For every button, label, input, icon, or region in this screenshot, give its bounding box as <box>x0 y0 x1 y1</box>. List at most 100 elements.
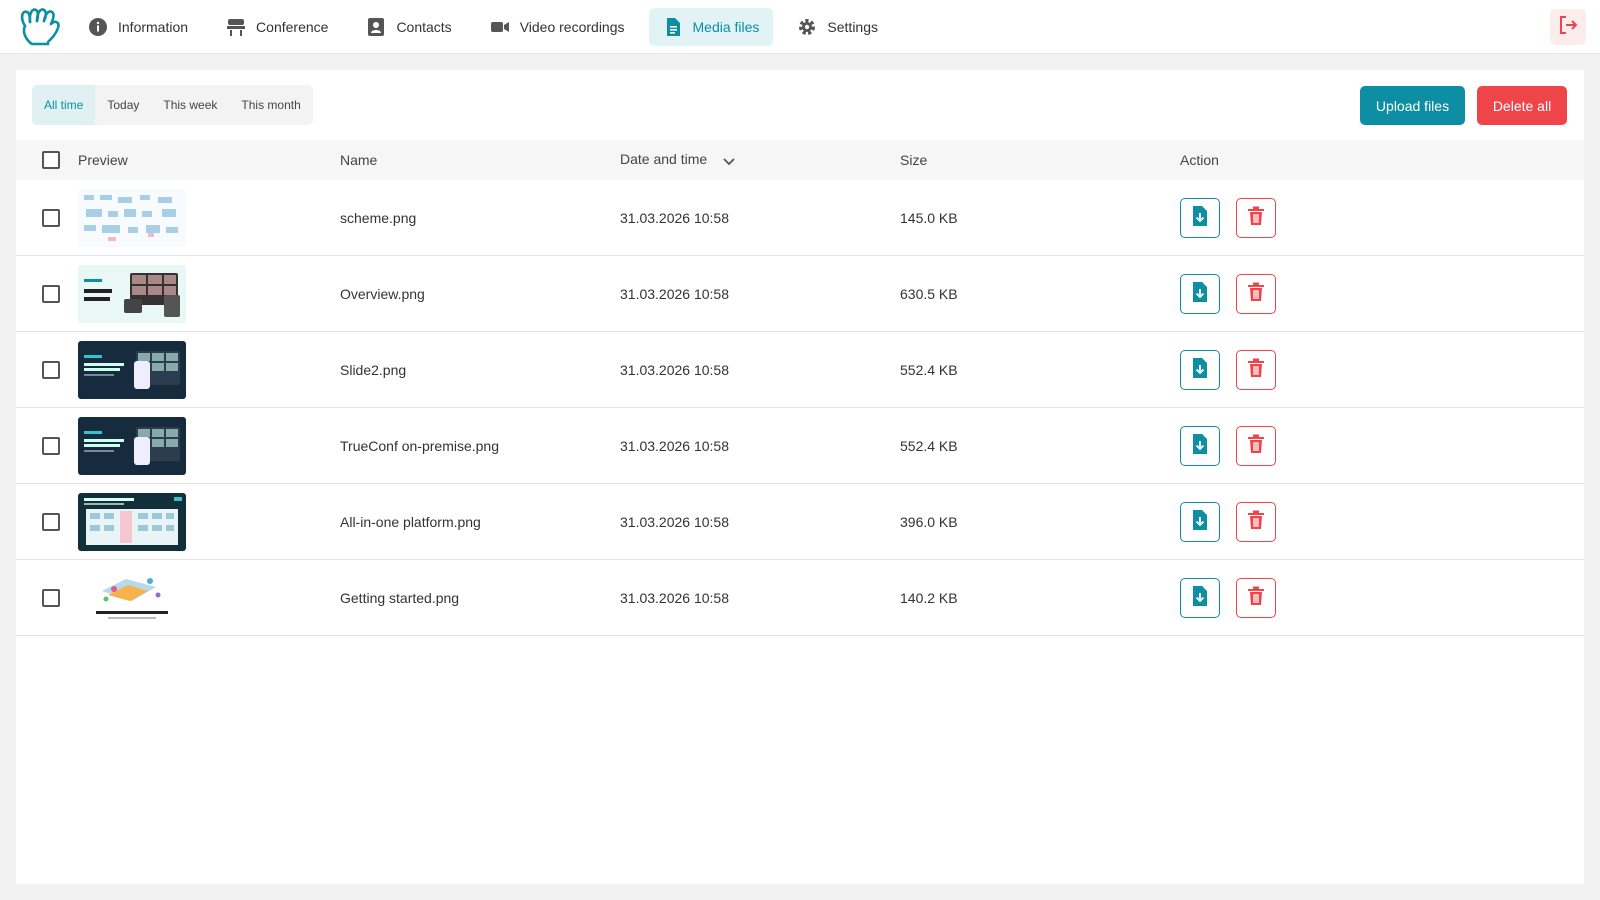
file-date: 31.03.2026 10:58 <box>620 209 729 226</box>
nav-item-settings[interactable]: Settings <box>783 8 892 46</box>
download-button[interactable] <box>1180 577 1220 618</box>
nav-item-label: Conference <box>256 19 329 35</box>
file-preview-thumbnail[interactable] <box>78 340 186 399</box>
download-file-icon <box>1190 433 1210 458</box>
column-header-date-label: Date and time <box>620 151 708 168</box>
file-date: 31.03.2026 10:58 <box>620 361 729 378</box>
file-size: 552.4 KB <box>900 361 958 378</box>
download-file-icon <box>1190 357 1210 382</box>
table-row: Overview.png 31.03.2026 10:58 630.5 KB <box>16 256 1584 332</box>
file-date: 31.03.2026 10:58 <box>620 513 729 530</box>
table-row: Slide2.png 31.03.2026 10:58 552.4 KB <box>16 332 1584 408</box>
document-icon <box>663 17 683 37</box>
trash-icon <box>1247 206 1265 229</box>
media-files-panel: All time Today This week This month Uplo… <box>16 70 1584 884</box>
delete-button[interactable] <box>1236 425 1276 466</box>
download-button[interactable] <box>1180 501 1220 542</box>
delete-all-button[interactable]: Delete all <box>1477 86 1567 125</box>
filter-today[interactable]: Today <box>95 85 151 125</box>
column-header-preview: Preview <box>78 152 128 168</box>
file-size: 396.0 KB <box>900 513 958 530</box>
file-name: All-in-one platform.png <box>340 513 481 530</box>
file-preview-thumbnail[interactable] <box>78 568 186 627</box>
file-name: Getting started.png <box>340 589 460 606</box>
trash-icon <box>1247 358 1265 381</box>
table-row: TrueConf on-premise.png 31.03.2026 10:58… <box>16 408 1584 484</box>
file-size: 552.4 KB <box>900 437 958 454</box>
download-file-icon <box>1190 281 1210 306</box>
delete-button[interactable] <box>1236 501 1276 542</box>
gear-icon <box>797 17 817 37</box>
nav-item-information[interactable]: Information <box>74 8 202 46</box>
trash-icon <box>1247 586 1265 609</box>
table-row: All-in-one platform.png 31.03.2026 10:58… <box>16 484 1584 560</box>
row-checkbox[interactable] <box>42 512 60 531</box>
row-checkbox[interactable] <box>42 436 60 455</box>
video-icon <box>490 17 510 37</box>
filter-all-time[interactable]: All time <box>32 85 96 125</box>
trash-icon <box>1247 510 1265 533</box>
upload-files-button[interactable]: Upload files <box>1360 86 1465 125</box>
nav-item-label: Video recordings <box>519 19 625 35</box>
media-files-table: Preview Name Date and time Size Action s… <box>16 140 1584 636</box>
file-date: 31.03.2026 10:58 <box>620 589 729 606</box>
chevron-down-icon[interactable] <box>723 153 735 169</box>
conference-icon <box>226 17 246 37</box>
trash-icon <box>1247 434 1265 457</box>
column-header-name: Name <box>340 152 378 168</box>
file-name: TrueConf on-premise.png <box>340 437 500 454</box>
date-filter-tabs: All time Today This week This month <box>32 85 313 125</box>
delete-button[interactable] <box>1236 197 1276 238</box>
file-preview-thumbnail[interactable] <box>78 416 186 475</box>
info-icon <box>88 17 108 37</box>
top-navigation-bar: Information Conference Contacts Video re… <box>0 0 1600 54</box>
file-name: scheme.png <box>340 209 417 226</box>
download-button[interactable] <box>1180 197 1220 238</box>
contacts-icon <box>366 17 386 37</box>
main-nav: Information Conference Contacts Video re… <box>74 8 892 46</box>
logo-icon[interactable] <box>16 6 64 48</box>
row-checkbox[interactable] <box>42 360 60 379</box>
select-all-checkbox[interactable] <box>42 151 60 169</box>
file-name: Overview.png <box>340 285 425 302</box>
column-header-action: Action <box>1180 152 1219 168</box>
nav-item-label: Information <box>118 19 189 35</box>
file-size: 630.5 KB <box>900 285 958 302</box>
delete-button[interactable] <box>1236 273 1276 314</box>
download-button[interactable] <box>1180 273 1220 314</box>
column-header-size: Size <box>900 152 928 168</box>
download-file-icon <box>1190 509 1210 534</box>
column-header-date[interactable]: Date and time <box>620 151 900 168</box>
file-date: 31.03.2026 10:58 <box>620 437 729 454</box>
table-row: Getting started.png 31.03.2026 10:58 140… <box>16 560 1584 636</box>
nav-item-contacts[interactable]: Contacts <box>352 8 465 46</box>
download-file-icon <box>1190 585 1210 610</box>
table-header: Preview Name Date and time Size Action <box>16 140 1584 180</box>
download-button[interactable] <box>1180 425 1220 466</box>
filter-this-month[interactable]: This month <box>229 85 312 125</box>
nav-item-video-recordings[interactable]: Video recordings <box>476 8 639 46</box>
download-button[interactable] <box>1180 349 1220 390</box>
delete-button[interactable] <box>1236 577 1276 618</box>
delete-button[interactable] <box>1236 349 1276 390</box>
logout-icon <box>1558 15 1578 40</box>
file-preview-thumbnail[interactable] <box>78 188 186 247</box>
nav-item-media-files[interactable]: Media files <box>648 8 774 46</box>
download-file-icon <box>1190 205 1210 230</box>
nav-item-conference[interactable]: Conference <box>212 8 342 46</box>
file-size: 140.2 KB <box>900 589 958 606</box>
row-checkbox[interactable] <box>42 208 60 227</box>
nav-item-label: Contacts <box>396 19 452 35</box>
row-checkbox[interactable] <box>42 588 60 607</box>
file-preview-thumbnail[interactable] <box>78 264 186 323</box>
table-row: scheme.png 31.03.2026 10:58 145.0 KB <box>16 180 1584 256</box>
file-size: 145.0 KB <box>900 209 958 226</box>
nav-item-label: Media files <box>692 19 760 35</box>
row-checkbox[interactable] <box>42 284 60 303</box>
file-name: Slide2.png <box>340 361 407 378</box>
logout-button[interactable] <box>1550 9 1586 45</box>
filter-this-week[interactable]: This week <box>151 85 229 125</box>
file-preview-thumbnail[interactable] <box>78 492 186 551</box>
trash-icon <box>1247 282 1265 305</box>
nav-item-label: Settings <box>827 19 879 35</box>
